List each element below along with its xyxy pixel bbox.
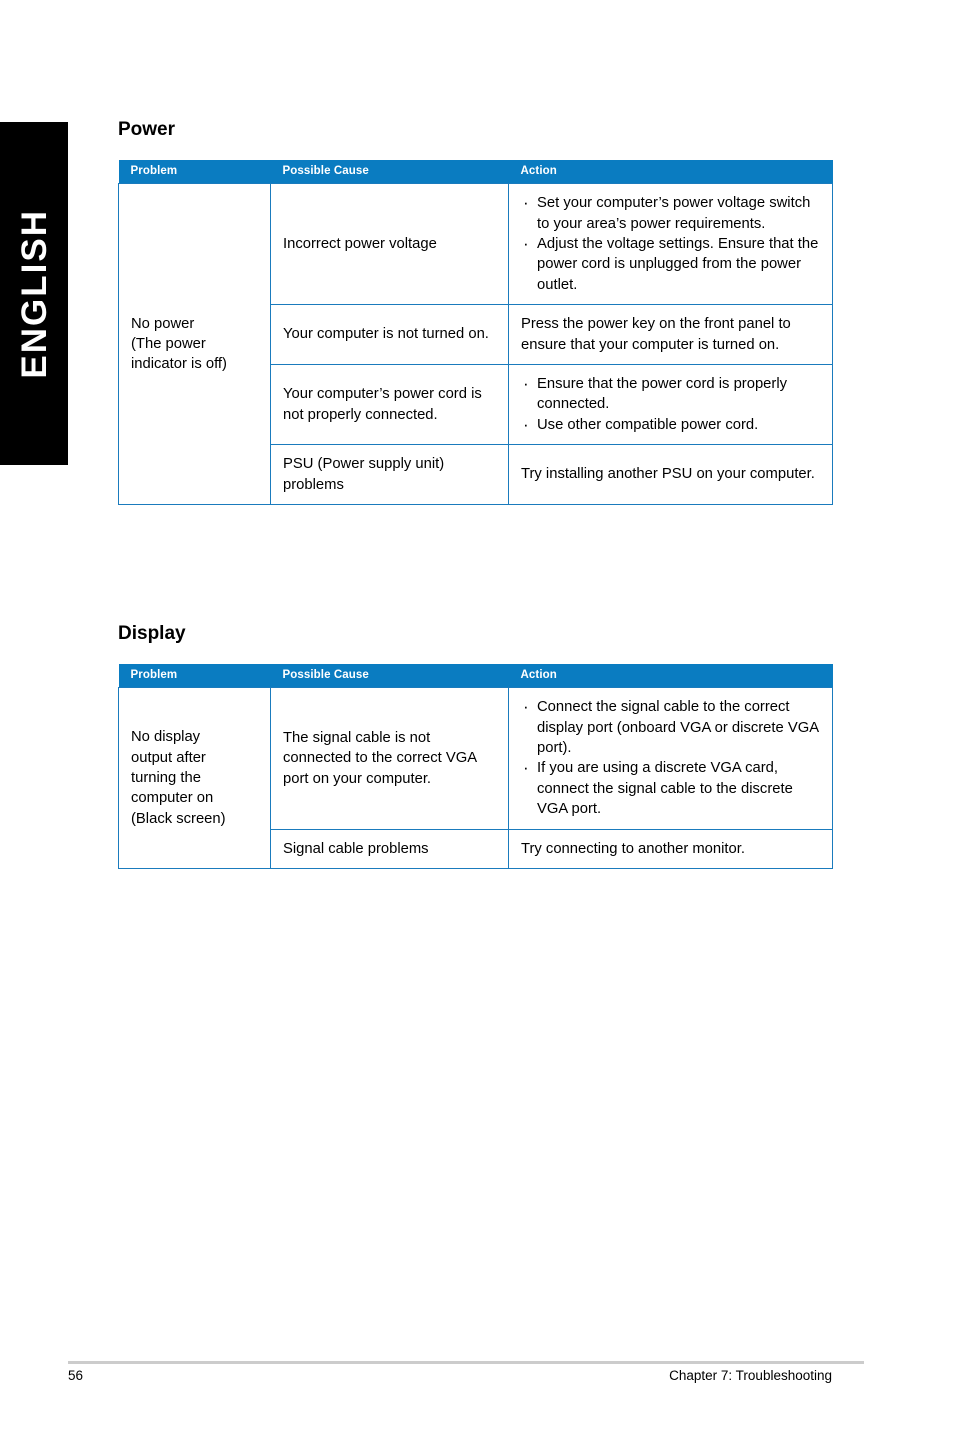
cause-cell: Incorrect power voltage xyxy=(270,183,509,306)
action-bullet-item: Set your computer’s power voltage switch… xyxy=(521,192,820,234)
action-bullet-item: If you are using a discrete VGA card, co… xyxy=(521,757,820,819)
action-bullet-item: Ensure that the power cord is properly c… xyxy=(521,373,820,415)
action-cell: Try connecting to another monitor. xyxy=(508,828,833,870)
table-header-row: Problem Possible Cause Action xyxy=(118,160,833,184)
footer-page-number: 56 xyxy=(68,1368,84,1383)
column-header-action: Action xyxy=(508,160,833,184)
action-cell: Set your computer’s power voltage switch… xyxy=(508,183,833,306)
action-bullet-list: Set your computer’s power voltage switch… xyxy=(521,192,820,295)
action-bullet-list: Ensure that the power cord is properly c… xyxy=(521,373,820,436)
cause-cell: The signal cable is not connected to the… xyxy=(270,687,509,830)
section-heading-display: Display xyxy=(118,623,186,644)
column-header-action: Action xyxy=(508,664,833,688)
column-header-problem: Problem xyxy=(118,160,271,184)
column-header-possible-cause: Possible Cause xyxy=(270,664,509,688)
action-text: Try connecting to another monitor. xyxy=(521,840,745,857)
language-tab-label: ENGLISH xyxy=(14,208,54,379)
action-cell: Press the power key on the front panel t… xyxy=(508,304,833,366)
problem-cell: No display output after turning the compute… xyxy=(118,687,271,870)
cause-cell: Signal cable problems xyxy=(270,828,509,870)
cause-cell: Your computer’s power cord is not proper… xyxy=(270,364,509,446)
action-cell: Try installing another PSU on your compu… xyxy=(508,444,833,506)
footer-divider xyxy=(68,1361,864,1364)
display-troubleshooting-table: Problem Possible Cause Action No display… xyxy=(118,664,833,870)
cause-cell: PSU (Power supply unit) problems xyxy=(270,444,509,506)
action-bullet-item: Use other compatible power cord. xyxy=(521,414,820,436)
action-bullet-item: Adjust the voltage settings. Ensure that… xyxy=(521,233,820,295)
action-cell: Connect the signal cable to the correct … xyxy=(508,687,833,830)
problem-cell: No power (The power indicator is off) xyxy=(118,183,271,506)
action-bullet-item: Connect the signal cable to the correct … xyxy=(521,696,820,758)
language-tab: ENGLISH xyxy=(0,122,68,465)
table-row: No power (The power indicator is off) Inco… xyxy=(118,183,833,506)
cause-cell: Your computer is not turned on. xyxy=(270,304,509,366)
footer-chapter-label: Chapter 7: Troubleshooting xyxy=(669,1368,832,1383)
action-text: Press the power key on the front panel t… xyxy=(521,316,791,353)
table-row: No display output after turning the compute… xyxy=(118,687,833,870)
section-heading-power: Power xyxy=(118,119,176,140)
column-header-possible-cause: Possible Cause xyxy=(270,160,509,184)
action-text: Try installing another PSU on your compu… xyxy=(521,466,815,483)
action-cell: Ensure that the power cord is properly c… xyxy=(508,364,833,446)
column-header-problem: Problem xyxy=(118,664,271,688)
action-bullet-list: Connect the signal cable to the correct … xyxy=(521,696,820,819)
power-troubleshooting-table: Problem Possible Cause Action No power (T… xyxy=(118,160,833,506)
table-header-row: Problem Possible Cause Action xyxy=(118,664,833,688)
